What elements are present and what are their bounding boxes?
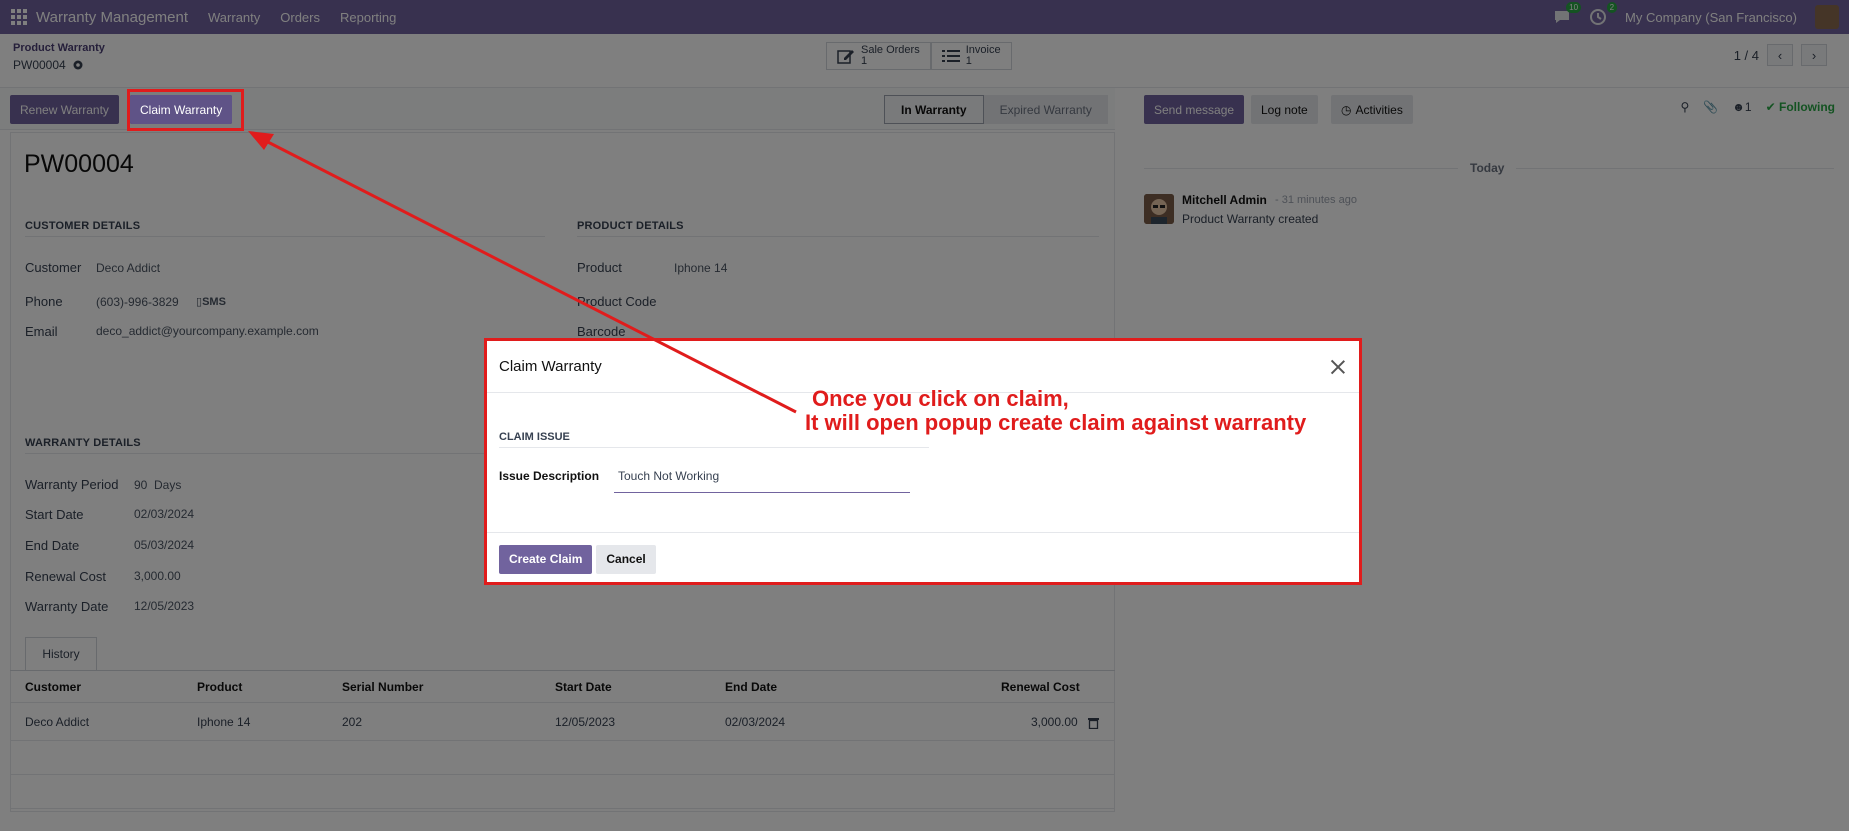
close-icon[interactable] (1329, 358, 1347, 376)
claim-warranty-dialog: Claim Warranty CLAIM ISSUE Issue Descrip… (484, 338, 1362, 585)
annotation-highlight-box (127, 89, 244, 131)
issue-description-input[interactable] (614, 459, 910, 493)
annotation-line-1: Once you click on claim, (812, 386, 1069, 411)
dialog-footer: Create Claim Cancel (487, 532, 1359, 585)
cancel-button[interactable]: Cancel (596, 544, 656, 574)
dialog-title: Claim Warranty (499, 358, 602, 375)
annotation-text: Once you click on claim, It will open pop… (805, 387, 1306, 435)
issue-description-label: Issue Description (499, 469, 600, 483)
annotation-line-2: It will open popup create claim against … (805, 410, 1307, 435)
create-claim-button[interactable]: Create Claim (499, 544, 593, 574)
divider (499, 447, 929, 448)
claim-issue-heading: CLAIM ISSUE (499, 431, 570, 443)
